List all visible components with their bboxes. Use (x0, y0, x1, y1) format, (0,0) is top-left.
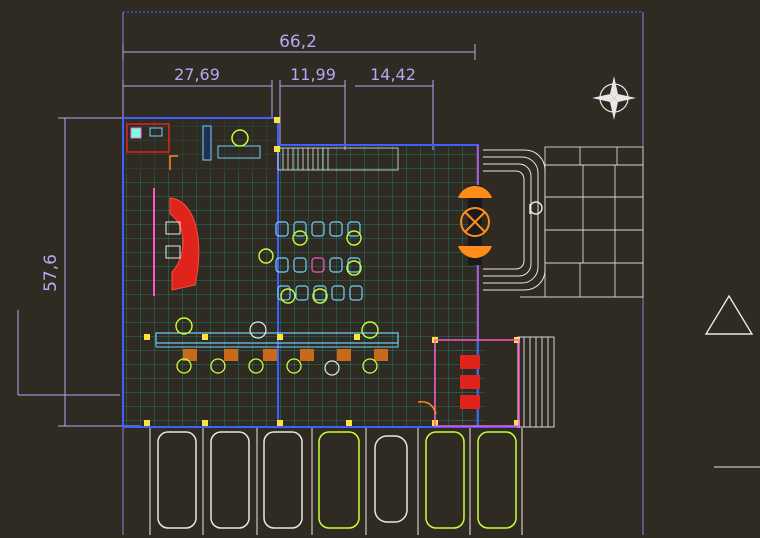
dimension-segment-a: 27,69 (174, 65, 220, 84)
entrance-steps (517, 336, 555, 428)
wheelchair-icon (529, 201, 543, 215)
dimension-overall-width: 66,2 (279, 32, 317, 52)
parking-area (149, 428, 523, 535)
compass-rose-icon (592, 76, 636, 120)
dimension-segment-c: 14,42 (370, 65, 416, 84)
triangle-icon (704, 294, 760, 468)
access-ramp (483, 149, 546, 291)
dimension-segment-b: 11,99 (290, 65, 336, 84)
parked-cars (157, 431, 517, 529)
cad-drawing: 66,2 27,69 11,99 14,42 57,6 (17, 11, 760, 535)
dimension-overall-height: 57,6 (41, 254, 61, 292)
